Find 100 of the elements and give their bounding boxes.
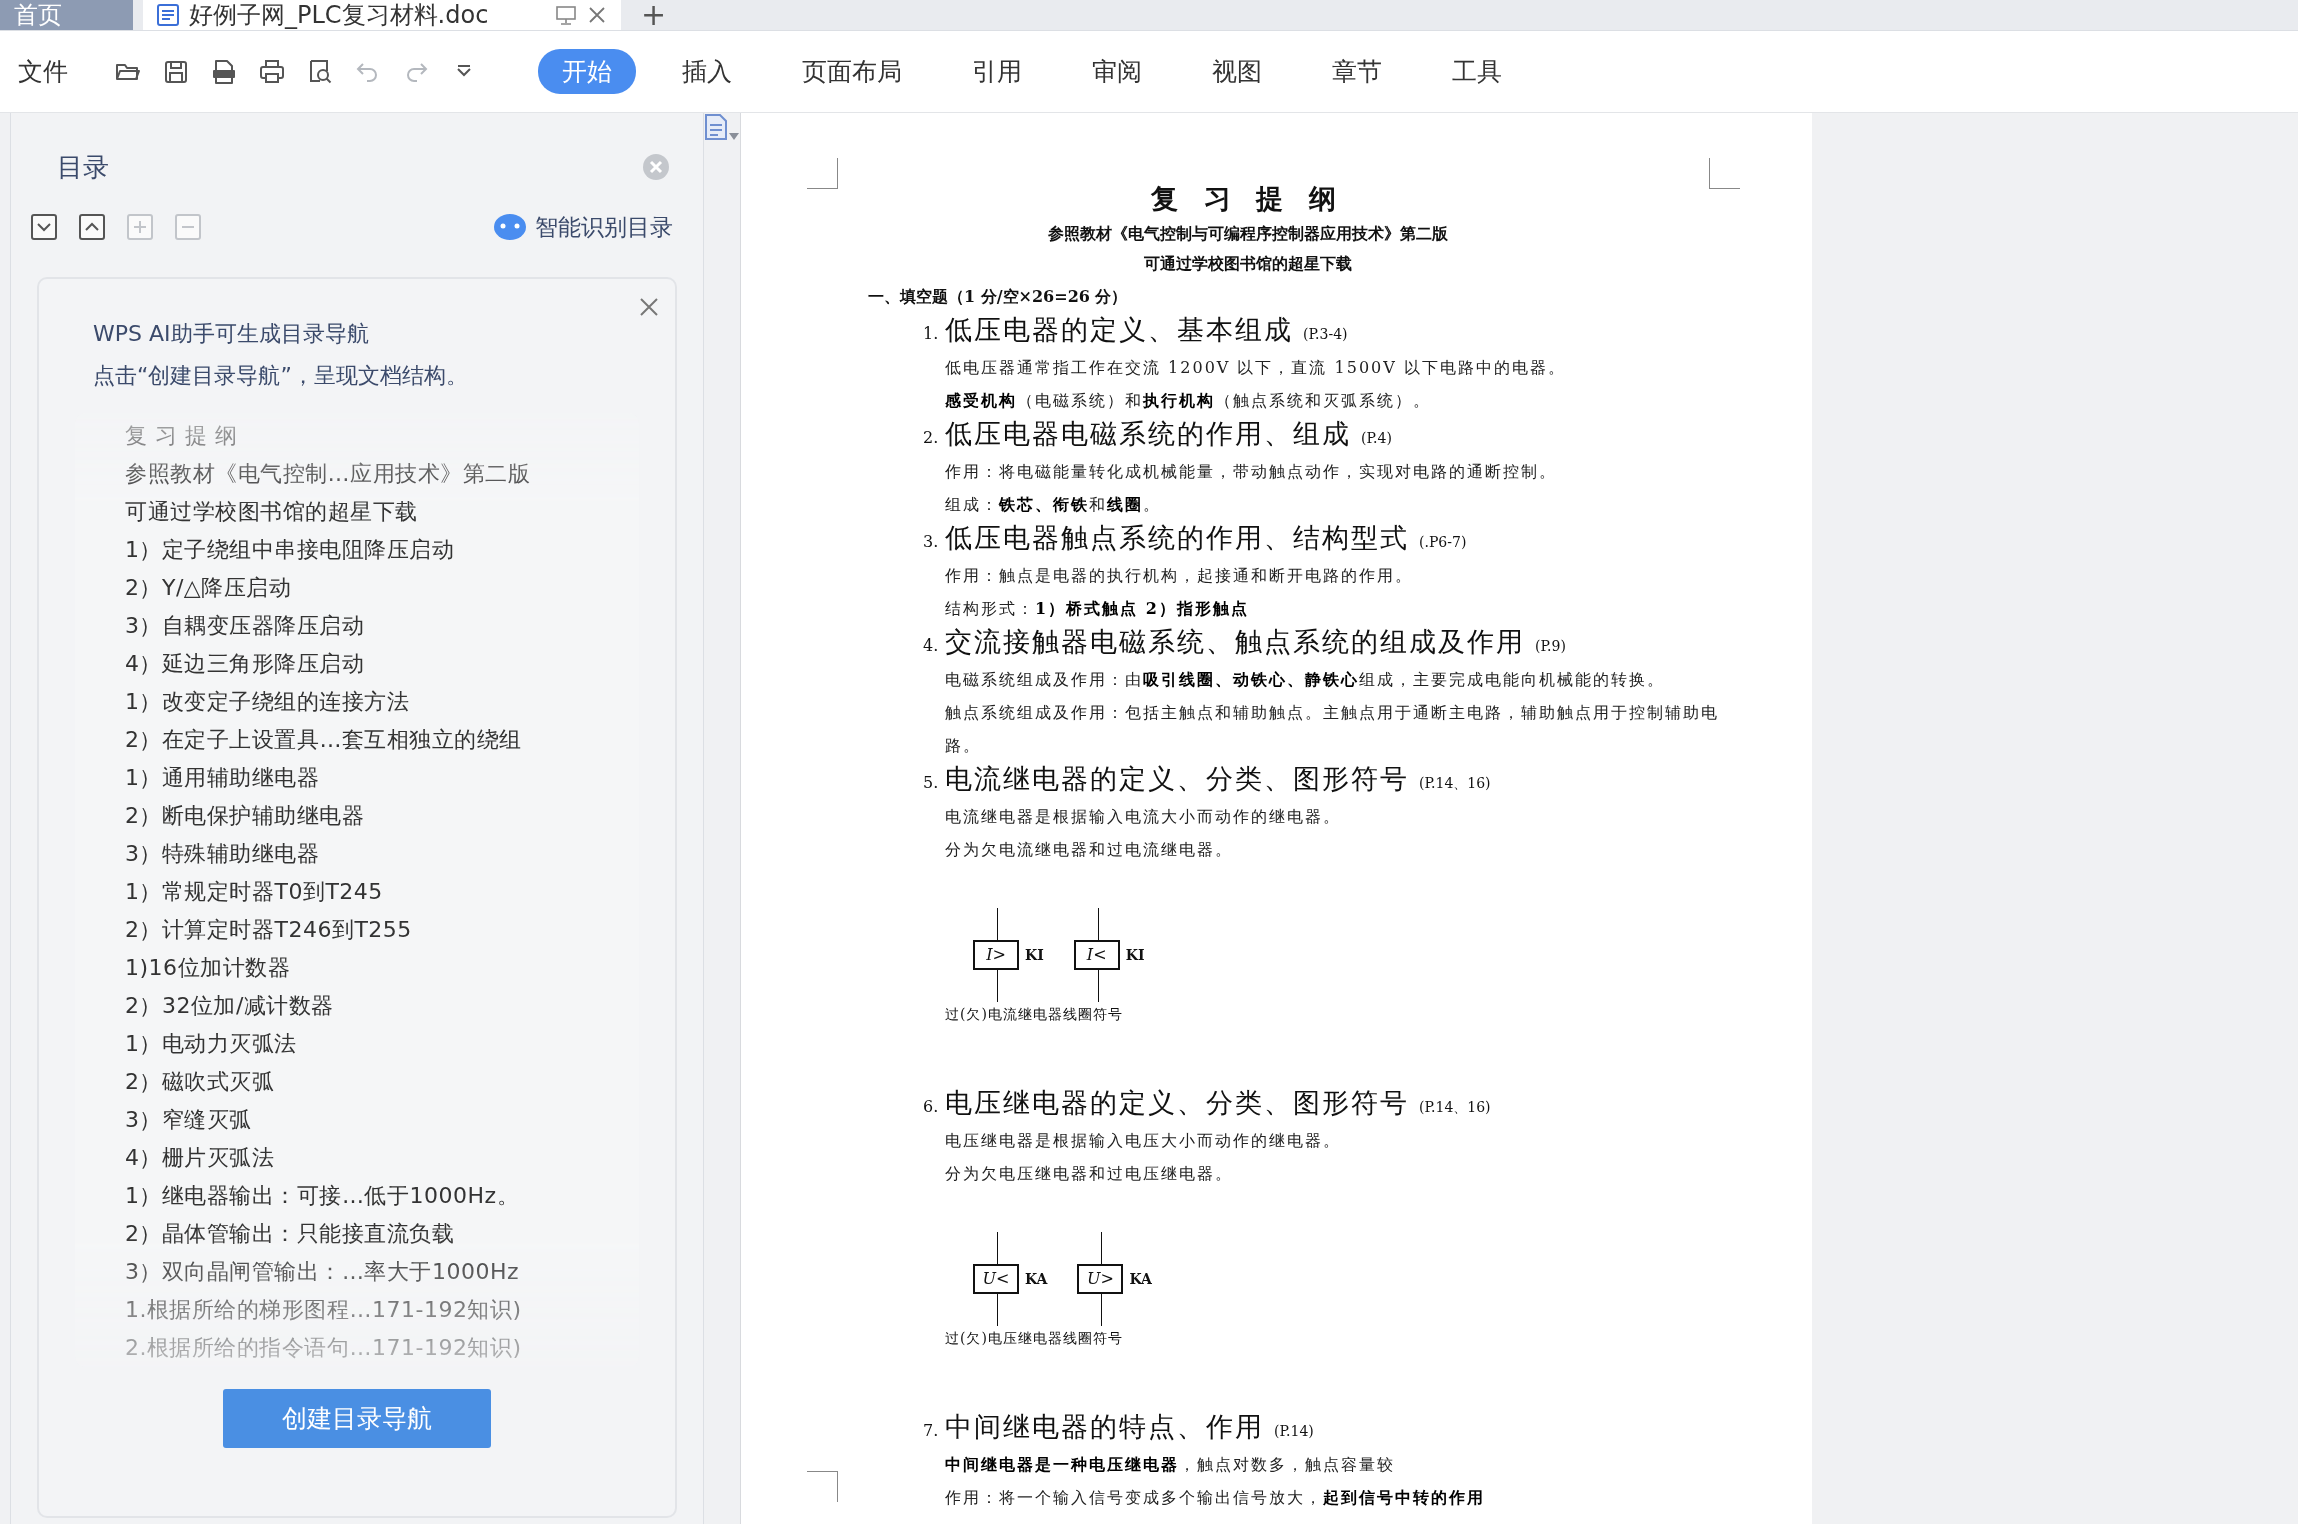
document-icon <box>157 4 179 26</box>
outline-item: 可通过学校图书馆的超星下载 <box>125 498 419 526</box>
page-reference: (P.14、16) <box>1419 1098 1491 1117</box>
ribbon-tab[interactable]: 审阅 <box>1068 49 1166 94</box>
outline-item: 1）电动力灭弧法 <box>125 1030 298 1058</box>
relay-code-label: KI <box>1125 947 1145 963</box>
document-icon[interactable] <box>704 113 728 141</box>
minus-icon <box>182 226 194 228</box>
outline-item: 3）双向晶闸管输出：…率大于1000Hz <box>125 1258 521 1286</box>
document-subtitle: 参照教材《电气控制与可编程序控制器应用技术》第二版 <box>1046 223 1449 245</box>
item-heading: 中间继电器的特点、作用 <box>945 1410 1264 1444</box>
body-text: 分为欠电流继电器和过电流继电器。 <box>945 839 1234 861</box>
body-text: 中间继电器是一种电压继电器，触点对数多，触点容量较 <box>945 1454 1396 1476</box>
outline-item: 1)16位加计数器 <box>125 954 292 982</box>
body-text: 分为欠电压继电器和过电压继电器。 <box>945 1163 1234 1185</box>
panel-title: 目录 <box>57 150 109 184</box>
document-subtitle: 可通过学校图书馆的超星下载 <box>1142 253 1353 275</box>
item-heading: 交流接触器电磁系统、触点系统的组成及作用 <box>945 625 1525 659</box>
document-title: 复 习 提 纲 <box>1150 182 1345 216</box>
outline-item: 3）特殊辅助继电器 <box>125 840 321 868</box>
outline-item: 4）延边三角形降压启动 <box>125 650 366 678</box>
coil-symbol-label: U< <box>973 1264 1019 1294</box>
item-heading: 低压电器电磁系统的作用、组成 <box>945 417 1351 451</box>
collapse-button[interactable] <box>79 214 105 240</box>
outline-item: 1）改变定子绕组的连接方法 <box>125 688 411 716</box>
page-reference: (P.14) <box>1274 1422 1314 1441</box>
close-icon[interactable] <box>639 297 659 317</box>
body-text: 电压继电器是根据输入电压大小而动作的继电器。 <box>945 1130 1342 1152</box>
ribbon-tab[interactable]: 插入 <box>658 49 756 94</box>
smart-detect-button[interactable]: 智能识别目录 <box>493 211 673 243</box>
ribbon-tab[interactable]: 视图 <box>1188 49 1286 94</box>
body-text: 组成：铁芯、衔铁和线圈。 <box>945 494 1162 516</box>
printer-icon[interactable] <box>258 57 286 86</box>
coil-symbol-label: I< <box>1073 940 1120 970</box>
outline-item: 1.根据所给的梯形图程…171-192知识) <box>125 1296 523 1324</box>
plus-icon <box>134 221 146 233</box>
body-text: 作用：将一个输入信号变成多个输出信号放大，起到信号中转的作用 <box>945 1487 1486 1509</box>
item-heading: 低压电器触点系统的作用、结构型式 <box>945 521 1409 555</box>
item-heading: 电流继电器的定义、分类、图形符号 <box>945 762 1409 796</box>
item-number: 3. <box>923 531 940 553</box>
ribbon-tab[interactable]: 页面布局 <box>778 49 926 94</box>
item-number: 1. <box>923 323 940 345</box>
body-text: 低电压器通常指工作在交流 1200V 以下，直流 1500V 以下电路中的电器。 <box>945 357 1567 379</box>
outline-item: 1）常规定时器T0到T245 <box>125 878 384 906</box>
body-text: 结构形式：1）桥式触点 2）指形触点 <box>945 598 1250 620</box>
outline-item: 参照教材《电气控制…应用技术》第二版 <box>125 460 531 488</box>
page-reference: (.P6-7) <box>1419 533 1467 552</box>
outline-item: 1）继电器输出：可接…低于1000Hz。 <box>125 1182 521 1210</box>
body-text: 感受机构（电磁系统）和执行机构（触点系统和灭弧系统）。 <box>945 390 1432 412</box>
new-tab-button[interactable]: + <box>621 0 687 30</box>
body-text: 电流继电器是根据输入电流大小而动作的继电器。 <box>945 806 1342 828</box>
close-icon[interactable] <box>587 5 607 25</box>
section-heading: 一、填空题（1 分/空×26=26 分） <box>868 286 1129 308</box>
relay-code-label: KI <box>1025 947 1044 963</box>
outline-item: 2）计算定时器T246到T255 <box>125 916 413 944</box>
item-number: 7. <box>923 1420 940 1442</box>
item-number: 2. <box>923 427 940 449</box>
item-heading: 电压继电器的定义、分类、图形符号 <box>945 1086 1409 1120</box>
item-number: 4. <box>923 635 940 657</box>
outline-item: 2）Y/△降压启动 <box>125 574 293 602</box>
bubble-icon <box>493 213 527 241</box>
file-menu[interactable]: 文件 <box>18 55 68 88</box>
expand-button[interactable] <box>31 214 57 240</box>
relay-code-label: KA <box>1129 1271 1152 1287</box>
window-tab[interactable]: 好例子网_PLC复习材料.doc <box>143 0 621 30</box>
figure-caption: 过(欠)电流继电器线圈符号 <box>945 1006 1124 1024</box>
body-text: 电磁系统组成及作用：由吸引线圈、动铁心、静铁心组成，主要完成电能向机械能的转换。 <box>945 669 1666 691</box>
outline-item: 2）32位加/减计数器 <box>125 992 335 1020</box>
coil-symbol-label: U> <box>1077 1264 1124 1294</box>
body-text: 触点系统组成及作用：包括主触点和辅助触点。主触点用于通断主电路，辅助触点用于控制辅助电路。 <box>945 702 1720 757</box>
outline-item: 3）自耦变压器降压启动 <box>125 612 366 640</box>
item-heading: 低压电器的定义、基本组成 <box>945 313 1293 347</box>
chevron-down-icon <box>37 222 51 232</box>
ribbon-tab[interactable]: 章节 <box>1308 49 1406 94</box>
outline-item: 3）窄缝灭弧 <box>125 1106 253 1134</box>
outline-item: 2）磁吹式灭弧 <box>125 1068 276 1096</box>
outline-item: 2.根据所给的指令语句…171-192知识) <box>125 1334 523 1362</box>
crop-mark <box>807 1471 838 1502</box>
page-reference: (P.3-4) <box>1303 325 1348 344</box>
figure-caption: 过(欠)电压继电器线圈符号 <box>945 1330 1124 1348</box>
item-number: 5. <box>923 772 940 794</box>
chevron-up-icon <box>85 222 99 232</box>
ribbon-tab[interactable]: 引用 <box>948 49 1046 94</box>
item-number: 6. <box>923 1096 940 1118</box>
coil-symbol-label: I> <box>973 940 1019 970</box>
monitor-icon[interactable] <box>555 4 577 26</box>
outline-item: 2）断电保护辅助继电器 <box>125 802 366 830</box>
ribbon-tab[interactable]: 工具 <box>1428 49 1526 94</box>
outline-item: 2）在定子上设置具…套互相独立的绕组 <box>125 726 523 754</box>
outline-item: 4）栅片灭弧法 <box>125 1144 276 1172</box>
tip-text: WPS AI助手可生成目录导航 <box>92 320 370 348</box>
page-reference: (P.9) <box>1535 637 1566 656</box>
outline-item: 2）晶体管输出：只能接直流负载 <box>125 1220 456 1248</box>
page-reference: (P.4) <box>1361 429 1392 448</box>
crop-mark <box>1709 158 1740 189</box>
tip-text: 点击“创建目录导航”，呈现文档结构。 <box>92 362 469 390</box>
outline-item: 复 习 提 纲 <box>125 422 239 450</box>
page-reference: (P.14、16) <box>1419 774 1491 793</box>
body-text: 作用：触点是电器的执行机构，起接通和断开电路的作用。 <box>945 565 1414 587</box>
outline-item: 1）通用辅助继电器 <box>125 764 321 792</box>
